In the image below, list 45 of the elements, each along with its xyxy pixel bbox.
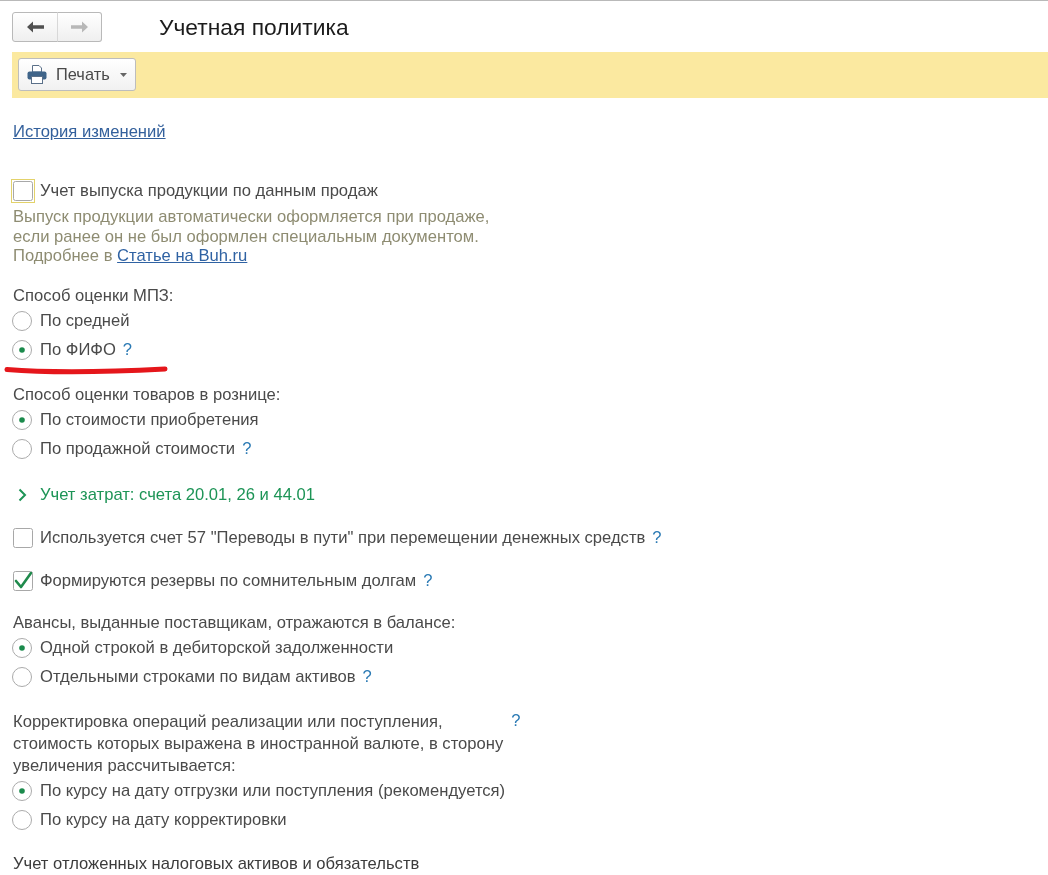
checkbox[interactable] bbox=[11, 179, 35, 203]
radio-button[interactable] bbox=[12, 781, 32, 801]
checkbox-label: Формируются резервы по сомнительным долгам bbox=[40, 570, 417, 591]
checkbox-label: Используется счет 57 "Переводы в пути" при перемещении денежных средств bbox=[40, 527, 646, 548]
arrow-right-icon bbox=[71, 21, 88, 33]
article-link[interactable]: Статье на Buh.ru bbox=[117, 246, 248, 265]
help-link[interactable]: ? bbox=[652, 527, 662, 548]
arrow-left-icon bbox=[26, 21, 44, 33]
printer-icon bbox=[27, 65, 47, 84]
group-label: Способ оценки МПЗ: bbox=[13, 284, 174, 307]
radio-button[interactable] bbox=[12, 340, 32, 360]
help-link[interactable]: ? bbox=[362, 667, 372, 687]
print-button[interactable]: Печать bbox=[18, 58, 136, 91]
radio-label: По курсу на дату корректировки bbox=[40, 810, 287, 830]
radio-button[interactable] bbox=[12, 311, 32, 331]
caret-down-icon bbox=[119, 72, 127, 77]
radio-button[interactable] bbox=[12, 638, 32, 658]
group-label: Корректировка операций реализации или поступления, стоимость которых выражена в иностранной валюте, в сторону увеличения рассчитывается: bbox=[13, 710, 504, 777]
radio-button[interactable] bbox=[12, 410, 32, 430]
radio-label: По курсу на дату отгрузки или поступления (рекомендуется) bbox=[40, 781, 506, 801]
radio-button[interactable] bbox=[12, 810, 32, 830]
back-button[interactable] bbox=[12, 12, 58, 42]
radio-button[interactable] bbox=[12, 439, 32, 459]
radio-label: Отдельными строками по видам активов bbox=[40, 667, 356, 687]
help-link[interactable]: ? bbox=[511, 710, 521, 731]
group-label: Способ оценки товаров в рознице: bbox=[13, 383, 281, 406]
checkbox-label: Учет выпуска продукции по данным продаж bbox=[40, 181, 378, 201]
radio-button[interactable] bbox=[12, 667, 32, 687]
section-toggle[interactable]: Учет затрат: счета 20.01, 26 и 44.01 bbox=[13, 482, 315, 507]
help-link[interactable]: ? bbox=[423, 570, 433, 591]
radio-label: Одной строкой в дебиторской задолженности bbox=[40, 638, 394, 658]
checkbox[interactable] bbox=[13, 570, 33, 591]
hint-text: Выпуск продукции автоматически оформляется при продаже, если ранее он не был оформлен специальным документом. Подробнее в Статье на Buh.ru bbox=[13, 207, 491, 266]
radio-label: По средней bbox=[40, 311, 130, 331]
help-link[interactable]: ? bbox=[242, 439, 252, 459]
history-link[interactable]: История изменений bbox=[13, 122, 166, 141]
radio-label: По стоимости приобретения bbox=[40, 410, 259, 430]
radio-label: По продажной стоимости bbox=[40, 439, 236, 459]
help-link[interactable]: ? bbox=[122, 340, 133, 360]
checkmark-icon bbox=[14, 571, 33, 588]
section-heading: Учет отложенных налоговых активов и обязательств bbox=[13, 853, 421, 874]
checkbox[interactable] bbox=[13, 527, 33, 548]
radio-label: По ФИФО bbox=[40, 340, 116, 360]
window-title: Учетная политика bbox=[159, 14, 349, 40]
group-label: Авансы, выданные поставщикам, отражаются в балансе: bbox=[13, 611, 456, 634]
